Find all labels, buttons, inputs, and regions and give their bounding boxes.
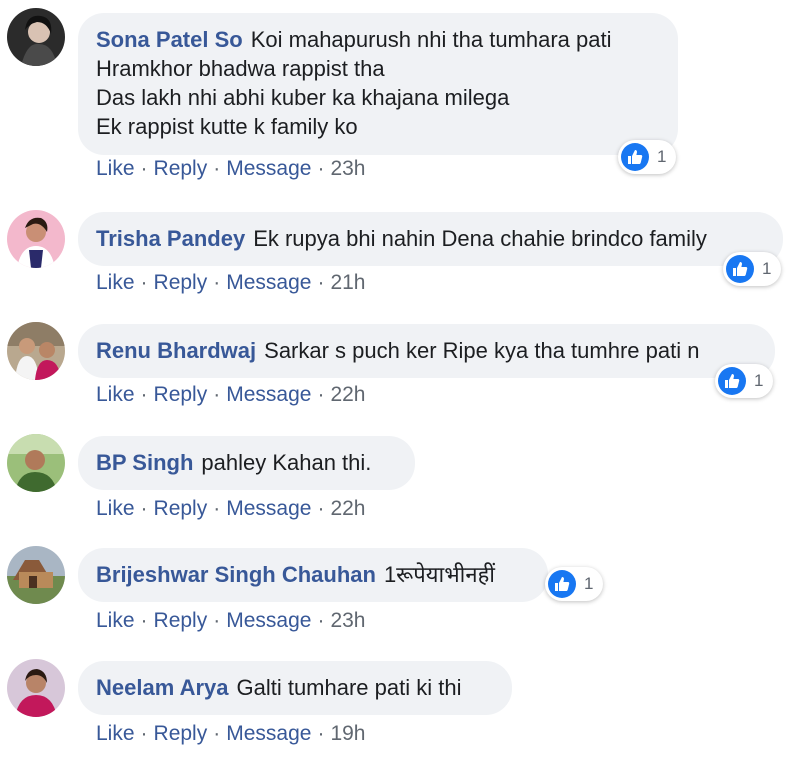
reaction-count: 1 [762,259,772,278]
comment-bubble: Brijeshwar Singh Chauhan 1रूपेयाभीनहीं [78,548,548,602]
comment-text: Galti tumhare pati ki thi [236,675,462,700]
like-thumbs-up-icon [621,143,649,171]
reply-link[interactable]: Reply [154,609,208,632]
avatar[interactable] [7,546,65,604]
comment-author-link[interactable]: Brijeshwar Singh Chauhan [96,562,376,587]
timestamp[interactable]: 22h [330,383,365,406]
message-link[interactable]: Message [226,383,311,406]
separator: · [317,271,325,294]
comment-author-link[interactable]: Trisha Pandey [96,226,245,251]
separator: · [140,157,148,180]
comment-author-link[interactable]: Neelam Arya [96,675,228,700]
comment-actions: Like · Reply · Message · 22h [96,383,366,407]
separator: · [317,383,325,406]
separator: · [317,157,325,180]
separator: · [213,722,221,745]
comment-bubble: Trisha Pandey Ek rupya bhi nahin Dena cha… [78,212,783,266]
comment-text: pahley Kahan thi. [201,450,372,475]
timestamp[interactable]: 22h [330,497,365,520]
separator: · [140,722,148,745]
timestamp[interactable]: 21h [330,271,365,294]
reply-link[interactable]: Reply [154,157,208,180]
message-link[interactable]: Message [226,722,311,745]
comment-actions: Like · Reply · Message · 19h [96,722,366,746]
avatar[interactable] [7,322,65,380]
reaction-count: 1 [754,371,764,390]
separator: · [317,722,325,745]
like-thumbs-up-icon [718,367,746,395]
timestamp[interactable]: 23h [330,157,365,180]
avatar[interactable] [7,434,65,492]
comment-author-link[interactable]: Sona Patel So [96,27,243,52]
comment-actions: Like · Reply · Message · 23h [96,157,366,181]
like-link[interactable]: Like [96,609,135,632]
like-thumbs-up-icon [548,570,576,598]
comment-bubble: Renu Bhardwaj Sarkar s puch ker Ripe kya … [78,324,775,378]
separator: · [213,497,221,520]
comment-actions: Like · Reply · Message · 21h [96,271,366,295]
separator: · [140,609,148,632]
reaction-summary[interactable]: 1 [723,252,782,286]
avatar[interactable] [7,210,65,268]
separator: · [213,383,221,406]
message-link[interactable]: Message [226,157,311,180]
reply-link[interactable]: Reply [154,271,208,294]
reaction-summary[interactable]: 1 [715,364,774,398]
comment-text: Sarkar s puch ker Ripe kya tha tumhre pa… [264,338,700,363]
reaction-summary[interactable]: 1 [545,567,604,601]
reaction-summary[interactable]: 1 [618,140,677,174]
like-link[interactable]: Like [96,157,135,180]
separator: · [213,609,221,632]
comment-bubble: BP Singh pahley Kahan thi. [78,436,415,490]
separator: · [213,157,221,180]
comment-bubble: Sona Patel So Koi mahapurush nhi tha tumh… [78,13,678,155]
like-link[interactable]: Like [96,722,135,745]
like-link[interactable]: Like [96,497,135,520]
separator: · [140,497,148,520]
timestamp[interactable]: 19h [330,722,365,745]
timestamp[interactable]: 23h [330,609,365,632]
reply-link[interactable]: Reply [154,383,208,406]
comment-text: Ek rupya bhi nahin Dena chahie brindco f… [253,226,707,251]
comment-actions: Like · Reply · Message · 23h [96,609,366,633]
separator: · [140,271,148,294]
message-link[interactable]: Message [226,271,311,294]
message-link[interactable]: Message [226,497,311,520]
comment-bubble: Neelam Arya Galti tumhare pati ki thi [78,661,512,715]
separator: · [140,383,148,406]
comment-author-link[interactable]: Renu Bhardwaj [96,338,256,363]
like-link[interactable]: Like [96,383,135,406]
reaction-count: 1 [584,574,594,593]
avatar[interactable] [7,8,65,66]
comment-actions: Like · Reply · Message · 22h [96,497,366,521]
like-thumbs-up-icon [726,255,754,283]
reply-link[interactable]: Reply [154,722,208,745]
separator: · [317,497,325,520]
separator: · [213,271,221,294]
reply-link[interactable]: Reply [154,497,208,520]
comment-text: 1रूपेयाभीनहीं [383,562,495,587]
separator: · [317,609,325,632]
avatar[interactable] [7,659,65,717]
reaction-count: 1 [657,147,667,166]
comment-author-link[interactable]: BP Singh [96,450,193,475]
like-link[interactable]: Like [96,271,135,294]
message-link[interactable]: Message [226,609,311,632]
